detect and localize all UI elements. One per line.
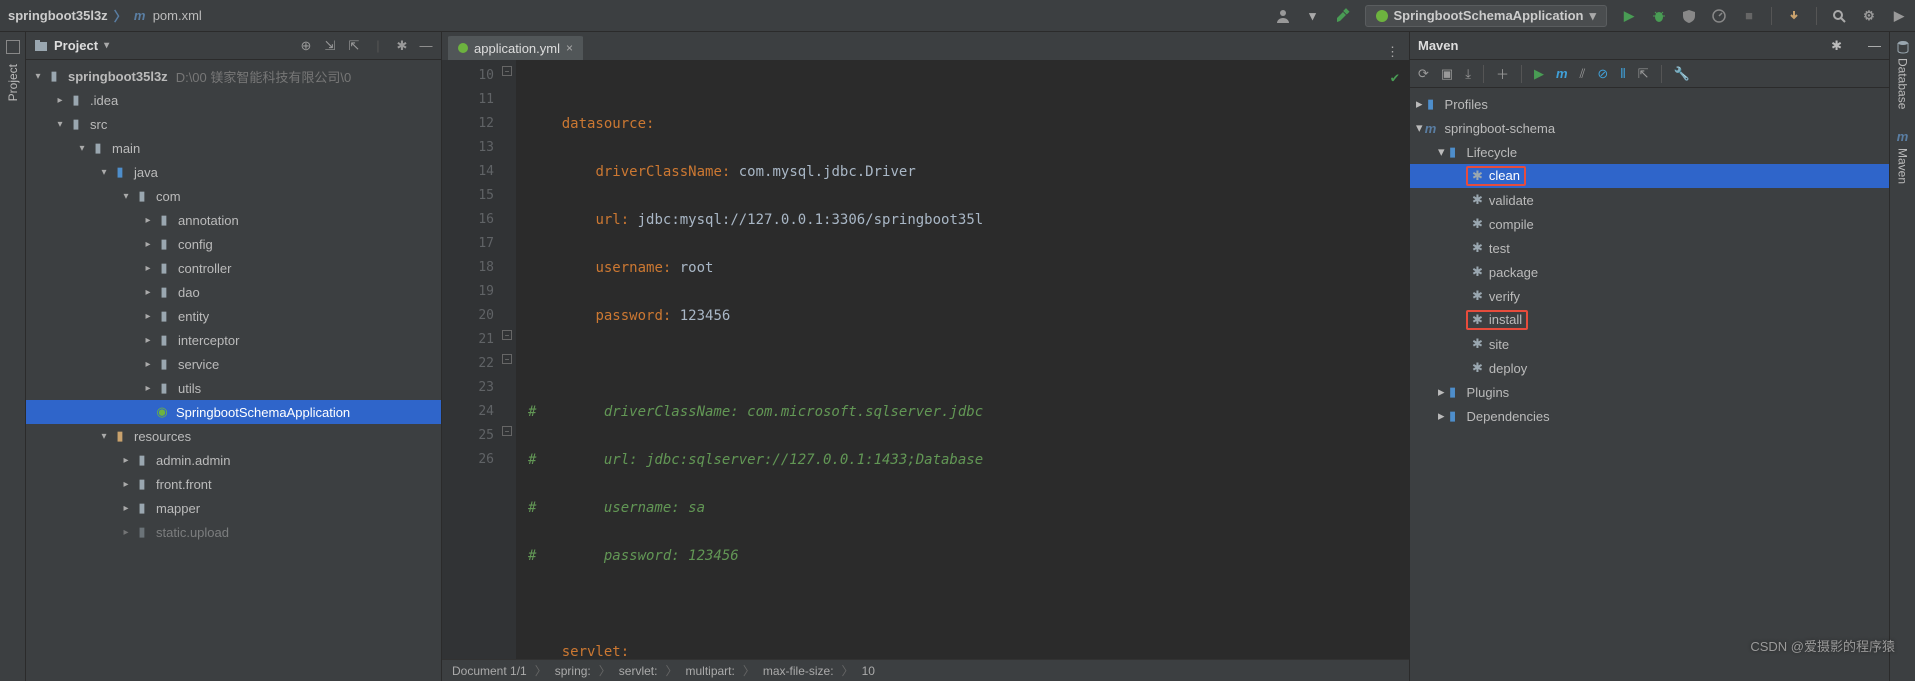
project-panel-title[interactable]: Project ▾ [34,38,109,53]
tree-folder[interactable]: ▸▮static.upload [26,520,441,544]
reload-icon[interactable]: ⟳ [1418,66,1429,82]
add-icon[interactable]: ＋ [1496,64,1509,83]
sync-icon[interactable]: ▶ [1891,8,1907,24]
dropdown-icon[interactable]: ▾ [1305,8,1321,24]
left-tool-rail: Project [0,32,26,681]
maven-file-icon: m [133,9,147,23]
maven-tree[interactable]: ▸▮Profiles ▾mspringboot-schema ▾▮Lifecyc… [1410,88,1889,681]
tree-folder[interactable]: ▸▮.idea [26,88,441,112]
git-update-icon[interactable] [1786,8,1802,24]
maven-settings-icon[interactable]: ✱ [1831,38,1842,54]
tree-root[interactable]: ▾▮springboot35l3zD:\00 镁家智能科技有限公司\0 [26,64,441,88]
editor-tab[interactable]: application.yml × [448,34,583,60]
tree-folder[interactable]: ▾▮com [26,184,441,208]
maven-m-icon[interactable]: m [1556,66,1568,81]
tree-folder[interactable]: ▸▮dao [26,280,441,304]
nav-toolbar: ▾ SpringbootSchemaApplication ▾ ▶ ■ ⚙ ▶ [1275,5,1908,27]
run-icon[interactable]: ▶ [1621,8,1637,24]
code-editor[interactable]: ✔ datasource: driverClassName: com.mysql… [516,60,1409,659]
breadcrumb-project[interactable]: springboot35l3z [8,8,108,23]
collapse-icon[interactable]: ⇱ [1638,66,1649,82]
run-config-selector[interactable]: SpringbootSchemaApplication ▾ [1365,5,1608,27]
maven-module[interactable]: ▾mspringboot-schema [1410,116,1889,140]
tree-folder[interactable]: ▸▮utils [26,376,441,400]
maven-goal-site[interactable]: ✱site [1410,332,1889,356]
coverage-icon[interactable] [1681,8,1697,24]
maven-profiles[interactable]: ▸▮Profiles [1410,92,1889,116]
tree-folder[interactable]: ▸▮service [26,352,441,376]
doc-position: Document 1/1 [452,664,527,678]
tab-overflow-icon[interactable]: ⋮ [1376,44,1409,60]
tree-folder[interactable]: ▾▮java [26,160,441,184]
project-tool-icon[interactable] [6,40,20,54]
generate-sources-icon[interactable]: ▣ [1441,66,1453,82]
maven-dependencies[interactable]: ▸▮Dependencies [1410,404,1889,428]
breadcrumb-sep-icon: 〉 [114,6,127,25]
maven-toolbar: ⟳ ▣ ⤓ ＋ ▶ m ⫽ ⊘ ⫴ ⇱ 🔧 [1410,60,1889,88]
editor-breadcrumb: Document 1/1 〉spring: 〉servlet: 〉multipa… [442,659,1409,681]
maven-goal-verify[interactable]: ✱verify [1410,284,1889,308]
maven-goal-clean[interactable]: ✱clean [1410,164,1889,188]
maven-goal-package[interactable]: ✱package [1410,260,1889,284]
tree-folder[interactable]: ▸▮controller [26,256,441,280]
fold-gutter[interactable]: − − − − [500,60,516,659]
maven-panel-title: Maven [1418,38,1458,53]
tree-folder[interactable]: ▾▮resources [26,424,441,448]
inspection-ok-icon[interactable]: ✔ [1391,66,1399,90]
tree-folder[interactable]: ▸▮entity [26,304,441,328]
ide-settings-icon[interactable]: ⚙ [1861,8,1877,24]
show-dependencies-icon[interactable]: ⫴ [1620,66,1625,82]
tree-folder[interactable]: ▸▮mapper [26,496,441,520]
tree-folder[interactable]: ▾▮main [26,136,441,160]
navigation-bar: springboot35l3z 〉 m pom.xml ▾ Springboot… [0,0,1915,32]
tree-folder[interactable]: ▸▮admin.admin [26,448,441,472]
search-icon[interactable] [1831,8,1847,24]
profiler-icon[interactable] [1711,8,1727,24]
stop-icon[interactable]: ■ [1741,8,1757,24]
maven-plugins[interactable]: ▸▮Plugins [1410,380,1889,404]
user-icon[interactable] [1275,8,1291,24]
tree-folder[interactable]: ▸▮front.front [26,472,441,496]
tree-folder[interactable]: ▾▮src [26,112,441,136]
maven-wrench-icon[interactable]: 🔧 [1674,66,1690,82]
spring-icon [1376,10,1388,22]
spring-file-icon [458,43,468,53]
download-sources-icon[interactable]: ⤓ [1465,66,1471,82]
tree-class-selected[interactable]: ◉SpringbootSchemaApplication [26,400,441,424]
maven-goal-deploy[interactable]: ✱deploy [1410,356,1889,380]
maven-tool-button[interactable]: m Maven [1896,129,1910,184]
toggle-skip-tests-icon[interactable]: ⊘ [1597,66,1608,82]
hide-icon[interactable]: — [1868,38,1881,53]
tree-folder[interactable]: ▸▮config [26,232,441,256]
maven-goal-validate[interactable]: ✱validate [1410,188,1889,212]
maven-goal-compile[interactable]: ✱compile [1410,212,1889,236]
hide-icon[interactable]: — [419,39,433,53]
settings-icon[interactable]: ✱ [395,39,409,53]
toggle-offline-icon[interactable]: ⫽ [1580,66,1586,82]
editor-tabs: application.yml × ⋮ [442,32,1409,60]
tab-label: application.yml [474,41,560,56]
maven-lifecycle[interactable]: ▾▮Lifecycle [1410,140,1889,164]
breadcrumb-file[interactable]: pom.xml [153,8,202,23]
expand-all-icon[interactable]: ⇲ [323,39,337,53]
tree-folder[interactable]: ▸▮annotation [26,208,441,232]
close-tab-icon[interactable]: × [566,41,573,55]
maven-goal-install[interactable]: ✱install [1410,308,1889,332]
right-tool-rail: Database m Maven [1889,32,1915,681]
locate-icon[interactable]: ⊕ [299,39,313,53]
tree-folder[interactable]: ▸▮interceptor [26,328,441,352]
run-maven-icon[interactable]: ▶ [1534,66,1544,82]
hammer-icon[interactable] [1335,8,1351,24]
collapse-all-icon[interactable]: ⇱ [347,39,361,53]
project-tree[interactable]: ▾▮springboot35l3zD:\00 镁家智能科技有限公司\0 ▸▮.i… [26,60,441,681]
maven-goal-test[interactable]: ✱test [1410,236,1889,260]
line-gutter: 1011121314151617181920212223242526 [442,60,500,659]
debug-icon[interactable] [1651,8,1667,24]
database-tool-button[interactable]: Database [1896,40,1910,109]
project-rail-label[interactable]: Project [6,64,20,101]
run-config-name: SpringbootSchemaApplication [1394,8,1584,23]
